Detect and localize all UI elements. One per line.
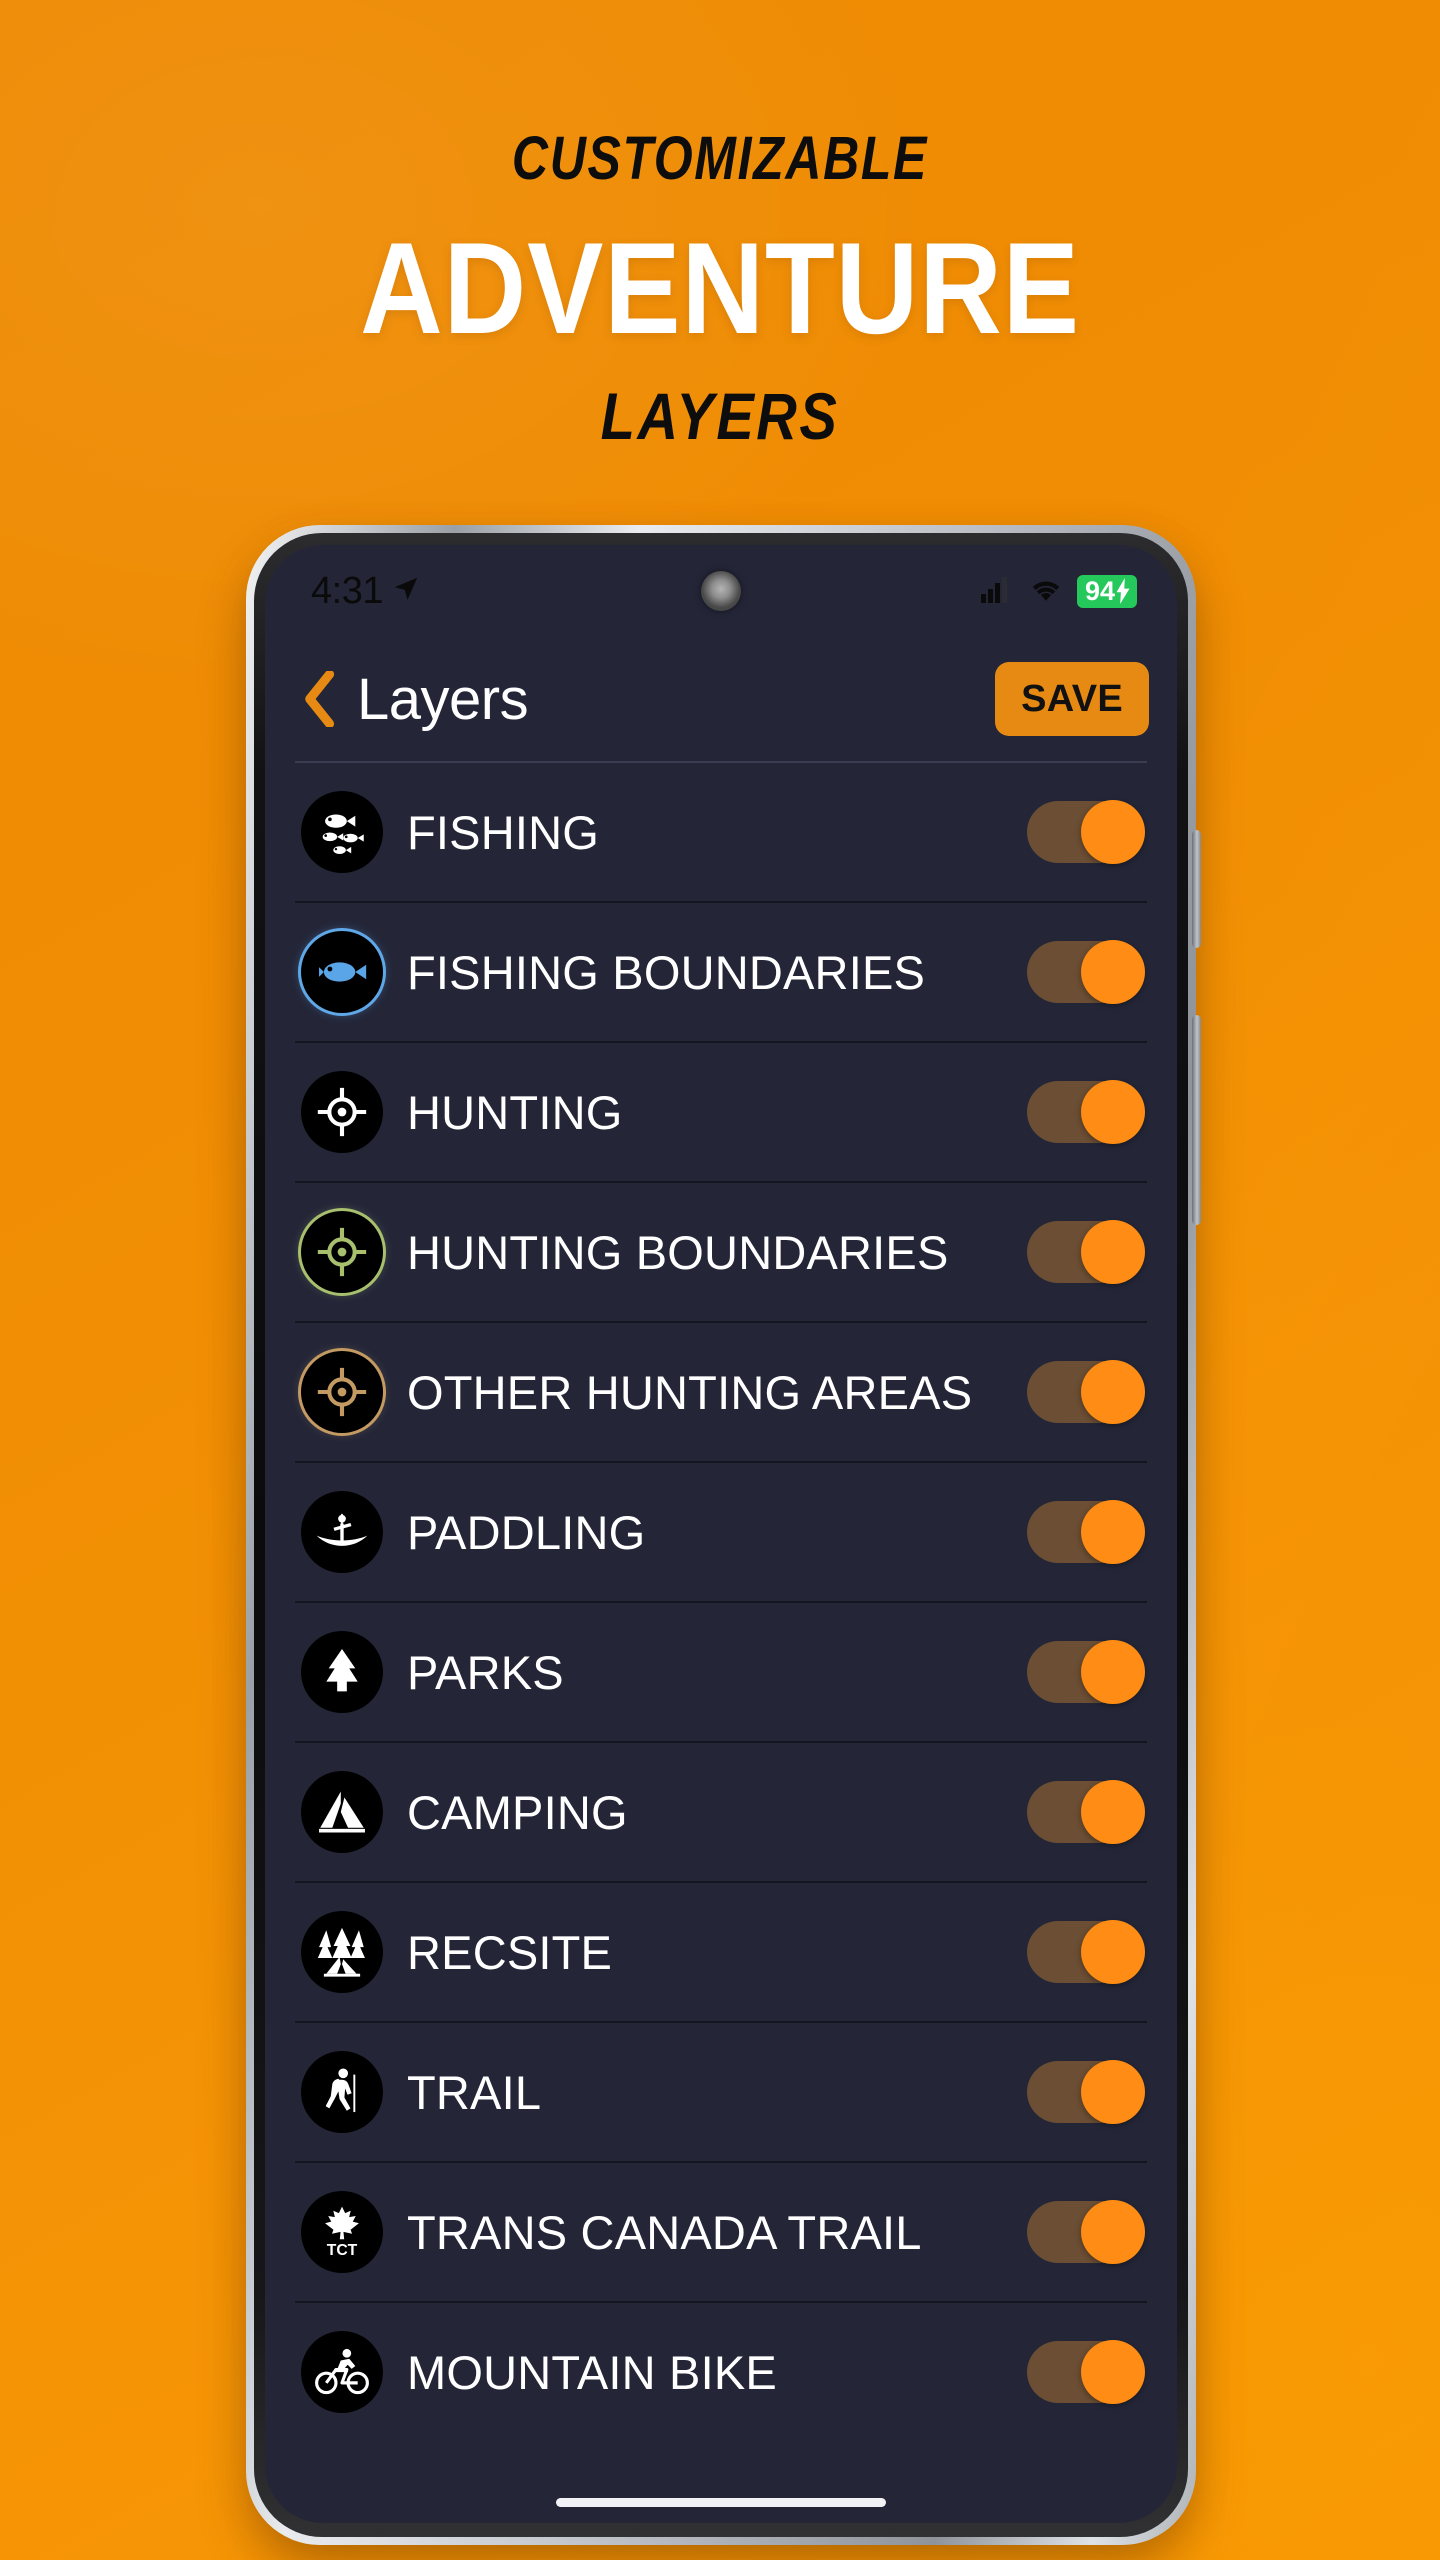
list-item[interactable]: RECSITE [265,1883,1177,2021]
page-title: Layers [357,666,529,732]
punch-hole-camera [701,571,741,611]
list-item-label: MOUNTAIN BIKE [407,2345,777,2399]
crosshair-other-icon [301,1351,383,1433]
layer-toggle[interactable] [1027,2340,1145,2404]
list-item[interactable]: TRAIL [265,2023,1177,2161]
list-item-label: PARKS [407,1645,564,1699]
list-item-label: FISHING [407,805,600,859]
status-bar-left: 4:31 [311,570,421,613]
list-item[interactable]: TCT TRANS CANADA TRAIL [265,2163,1177,2301]
status-bar: 4:31 94 [265,545,1177,637]
list-item[interactable]: HUNTING BOUNDARIES [265,1183,1177,1321]
list-item-label: RECSITE [407,1925,613,1979]
toggle-knob [1081,1500,1145,1564]
list-item[interactable]: FISHING BOUNDARIES [265,903,1177,1041]
list-item-label: PADDLING [407,1505,646,1559]
layer-toggle[interactable] [1027,1220,1145,1284]
list-item-label: TRANS CANADA TRAIL [407,2205,922,2259]
toggle-knob [1081,1920,1145,1984]
gesture-home-bar[interactable] [556,2498,886,2507]
toggle-knob [1081,2060,1145,2124]
wifi-icon [1029,575,1063,608]
toggle-knob [1081,1640,1145,1704]
phone-screen: 4:31 94 Layers SAVE FISHING FISHING BOUN… [265,545,1177,2523]
list-item[interactable]: HUNTING [265,1043,1177,1181]
recsite-trees-tent-icon [301,1911,383,1993]
status-badge: 94 [1076,574,1137,608]
fish-boundary-icon [301,931,383,1013]
hiker-icon [301,2051,383,2133]
layer-toggle[interactable] [1027,940,1145,1004]
toggle-knob [1081,1780,1145,1844]
layer-toggle[interactable] [1027,800,1145,864]
toggle-knob [1081,1080,1145,1144]
toggle-knob [1081,940,1145,1004]
app-header: Layers SAVE [265,637,1177,761]
phone-mockup: 4:31 94 Layers SAVE FISHING FISHING BOUN… [246,525,1201,2545]
status-bar-right: 94 [980,574,1137,608]
phone-frame-outer: 4:31 94 Layers SAVE FISHING FISHING BOUN… [246,525,1201,2545]
toggle-knob [1081,1360,1145,1424]
list-item-label: TRAIL [407,2065,542,2119]
list-item-label: FISHING BOUNDARIES [407,945,926,999]
cyclist-icon [301,2331,383,2413]
phone-frame-inner: 4:31 94 Layers SAVE FISHING FISHING BOUN… [254,533,1188,2537]
toggle-knob [1081,1220,1145,1284]
canoe-icon [301,1491,383,1573]
list-item-label: HUNTING [407,1085,623,1139]
maple-leaf-tct-icon: TCT [301,2191,383,2273]
layer-toggle[interactable] [1027,1500,1145,1564]
battery-level: 94 [1084,575,1115,606]
volume-button[interactable] [1192,1015,1201,1225]
layer-toggle[interactable] [1027,1640,1145,1704]
layer-toggle[interactable] [1027,2060,1145,2124]
layer-toggle[interactable] [1027,2200,1145,2264]
tent-icon [301,1771,383,1853]
headline-hero: ADVENTURE [360,215,1080,361]
list-item-label: HUNTING BOUNDARIES [407,1225,949,1279]
layer-toggle[interactable] [1027,1360,1145,1424]
status-time: 4:31 [311,569,383,612]
fish-school-icon [301,791,383,873]
crosshair-boundary-icon [301,1211,383,1293]
cellular-signal-icon [980,575,1015,608]
list-item-label: CAMPING [407,1785,628,1839]
headline-subline: LAYERS [600,379,840,453]
promo-headline-block: CUSTOMIZABLE ADVENTURE LAYERS [0,0,1440,453]
pine-tree-icon [301,1631,383,1713]
layer-toggle[interactable] [1027,1780,1145,1844]
layer-toggle[interactable] [1027,1920,1145,1984]
svg-text:TCT: TCT [327,2242,358,2259]
layers-list: FISHING FISHING BOUNDARIES HUNTING HUNTI… [265,763,1177,2441]
toggle-knob [1081,800,1145,864]
list-item[interactable]: PADDLING [265,1463,1177,1601]
toggle-knob [1081,2200,1145,2264]
crosshair-icon [301,1071,383,1153]
lightning-bolt-icon [1116,578,1130,604]
layer-toggle[interactable] [1027,1080,1145,1144]
chevron-left-icon[interactable] [301,671,335,727]
list-item[interactable]: CAMPING [265,1743,1177,1881]
save-button[interactable]: SAVE [995,662,1149,736]
list-item[interactable]: FISHING [265,763,1177,901]
list-item-label: OTHER HUNTING AREAS [407,1365,973,1419]
toggle-knob [1081,2340,1145,2404]
power-button[interactable] [1192,830,1201,948]
list-item[interactable]: MOUNTAIN BIKE [265,2303,1177,2441]
list-item[interactable]: PARKS [265,1603,1177,1741]
navigation-arrow-icon [391,574,421,609]
headline-kicker: CUSTOMIZABLE [511,124,929,192]
list-item[interactable]: OTHER HUNTING AREAS [265,1323,1177,1461]
